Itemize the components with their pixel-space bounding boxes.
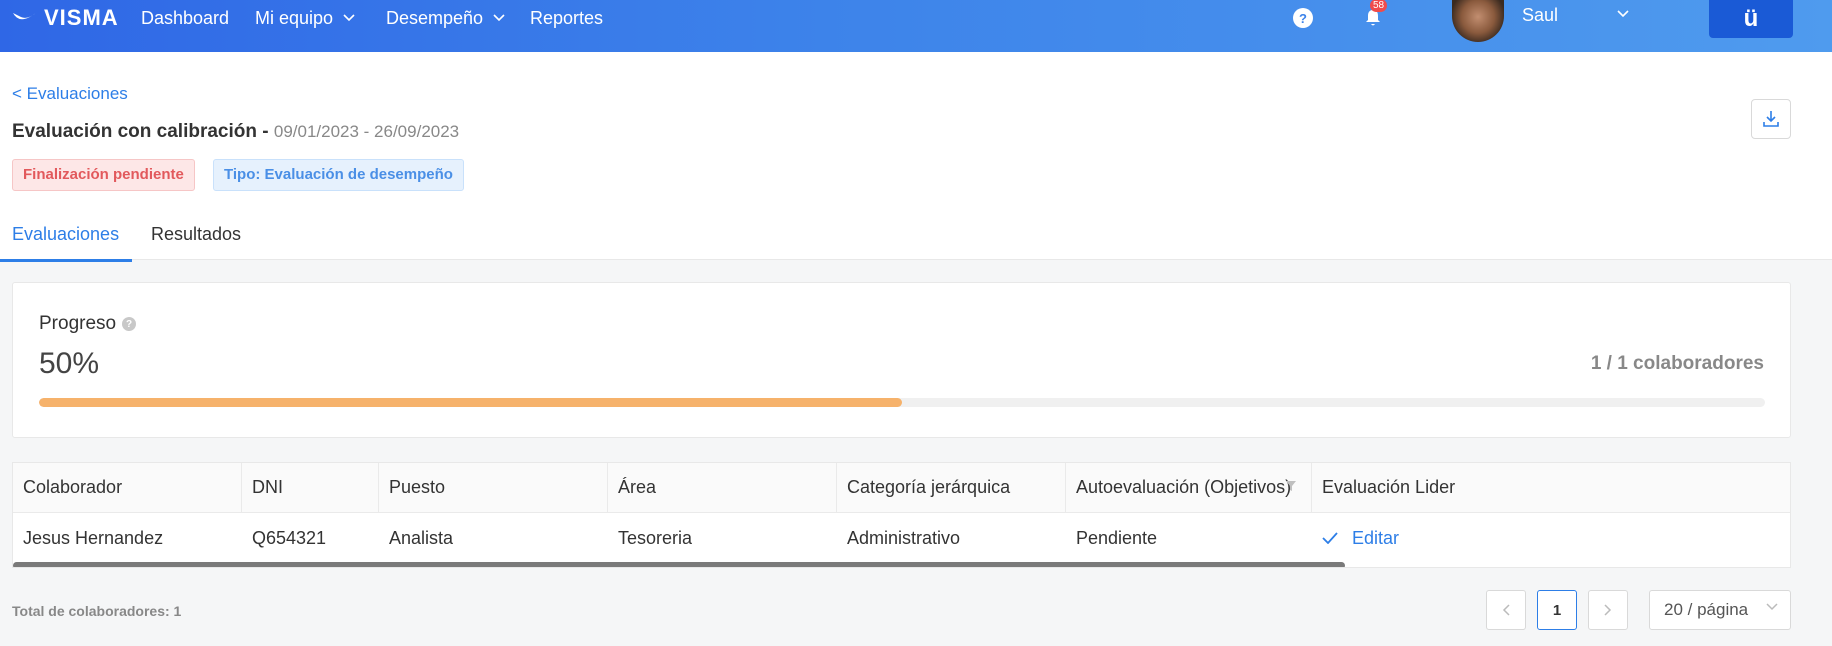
- chevron-down-icon: [343, 14, 355, 22]
- notification-count-badge: 58: [1370, 0, 1388, 12]
- check-icon: [1322, 532, 1338, 544]
- progress-bar-fill: [39, 398, 902, 407]
- visma-swoosh-icon: [13, 12, 37, 20]
- progress-label: Progreso ?: [39, 313, 137, 335]
- nav-reportes[interactable]: Reportes: [530, 6, 603, 30]
- help-icon[interactable]: ?: [1293, 8, 1313, 28]
- progress-title: Progreso: [39, 313, 117, 334]
- active-tab-indicator: [0, 259, 132, 262]
- table-header: Colaborador DNI Puesto Área Categoría je…: [13, 463, 1790, 513]
- page-size-value: 20 / página: [1664, 600, 1749, 619]
- column-header-autoevaluacion[interactable]: Autoevaluación (Objetivos): [1066, 463, 1312, 512]
- total-collaborators: Total de colaboradores: 1: [12, 603, 182, 619]
- column-header-colaborador[interactable]: Colaborador: [13, 463, 242, 512]
- back-to-evaluaciones-link[interactable]: < Evaluaciones: [12, 84, 128, 104]
- evaluations-table: Colaborador DNI Puesto Área Categoría je…: [12, 462, 1791, 568]
- chevron-down-icon: [1766, 603, 1778, 611]
- edit-evaluation-link[interactable]: Editar: [1322, 528, 1399, 549]
- download-icon: [1763, 111, 1779, 127]
- column-header-puesto[interactable]: Puesto: [379, 463, 608, 512]
- filter-icon[interactable]: [1285, 480, 1297, 492]
- next-page-button[interactable]: [1588, 590, 1628, 630]
- chevron-down-icon: [493, 14, 505, 22]
- column-header-label: Autoevaluación (Objetivos): [1076, 477, 1292, 497]
- type-badge: Tipo: Evaluación de desempeño: [213, 159, 464, 191]
- cell-evaluacion-lider: Editar: [1312, 513, 1790, 563]
- nav-desempeno[interactable]: Desempeño: [386, 6, 505, 30]
- horizontal-scrollbar[interactable]: [13, 562, 1345, 567]
- page-header: [0, 52, 1832, 260]
- column-header-area[interactable]: Área: [608, 463, 837, 512]
- column-header-label: Puesto: [389, 477, 446, 497]
- progress-card: Progreso ? 50% 1 / 1 colaboradores: [12, 282, 1791, 438]
- chevron-right-icon: [1604, 604, 1612, 616]
- column-header-evaluacion-lider[interactable]: Evaluación Lider: [1312, 463, 1790, 512]
- app-switcher-button[interactable]: ü: [1709, 0, 1793, 38]
- logo-text: VISMA: [44, 5, 119, 30]
- tab-evaluaciones[interactable]: Evaluaciones: [12, 224, 119, 245]
- column-header-label: Colaborador: [23, 477, 123, 497]
- cell-puesto: Analista: [389, 527, 454, 548]
- column-header-categoria[interactable]: Categoría jerárquica: [837, 463, 1066, 512]
- user-name[interactable]: Saul: [1522, 5, 1558, 26]
- chevron-left-icon: [1502, 604, 1510, 616]
- previous-page-button[interactable]: [1486, 590, 1526, 630]
- top-nav-bar: VISMA Dashboard Mi equipo Desempeño Repo…: [0, 0, 1832, 52]
- chevron-down-icon[interactable]: [1617, 10, 1629, 18]
- info-icon[interactable]: ?: [122, 317, 137, 331]
- column-header-label: Categoría jerárquica: [847, 477, 1011, 497]
- evaluation-dates: 09/01/2023 - 26/09/2023: [273, 122, 460, 141]
- nav-mi-equipo[interactable]: Mi equipo: [255, 6, 355, 30]
- column-header-dni[interactable]: DNI: [242, 463, 379, 512]
- collaborators-count: 1 / 1 colaboradores: [1590, 353, 1764, 374]
- avatar[interactable]: [1452, 0, 1504, 42]
- tab-resultados[interactable]: Resultados: [151, 224, 241, 245]
- column-header-label: Área: [618, 477, 657, 497]
- download-button[interactable]: [1751, 99, 1791, 139]
- nav-dashboard[interactable]: Dashboard: [141, 6, 229, 30]
- cell-colaborador: Jesus Hernandez: [23, 527, 164, 548]
- page-1-button[interactable]: 1: [1537, 590, 1577, 630]
- progress-percentage: 50%: [39, 347, 100, 380]
- nav-mi-equipo-label: Mi equipo: [255, 7, 334, 28]
- nav-dashboard-label: Dashboard: [141, 7, 230, 28]
- table-row: Jesus Hernandez Q654321 Analista Tesorer…: [13, 513, 1790, 563]
- cell-categoria: Administrativo: [847, 527, 961, 548]
- status-badge: Finalización pendiente: [12, 159, 195, 191]
- nav-desempeno-label: Desempeño: [386, 7, 484, 28]
- title-separator: -: [256, 121, 274, 142]
- cell-dni: Q654321: [252, 527, 327, 548]
- evaluation-name: Evaluación con calibración: [12, 121, 257, 142]
- column-header-label: DNI: [252, 477, 283, 497]
- visma-logo[interactable]: VISMA: [12, 5, 119, 30]
- cell-autoevaluacion: Pendiente: [1076, 527, 1158, 548]
- page-size-select[interactable]: 20 / página: [1649, 590, 1791, 630]
- progress-bar: [39, 398, 1765, 407]
- column-header-label: Evaluación Lider: [1322, 477, 1456, 497]
- edit-label: Editar: [1352, 527, 1400, 548]
- nav-reportes-label: Reportes: [530, 7, 604, 28]
- page-title: Evaluación con calibración - 09/01/2023 …: [12, 121, 459, 143]
- cell-area: Tesoreria: [618, 527, 693, 548]
